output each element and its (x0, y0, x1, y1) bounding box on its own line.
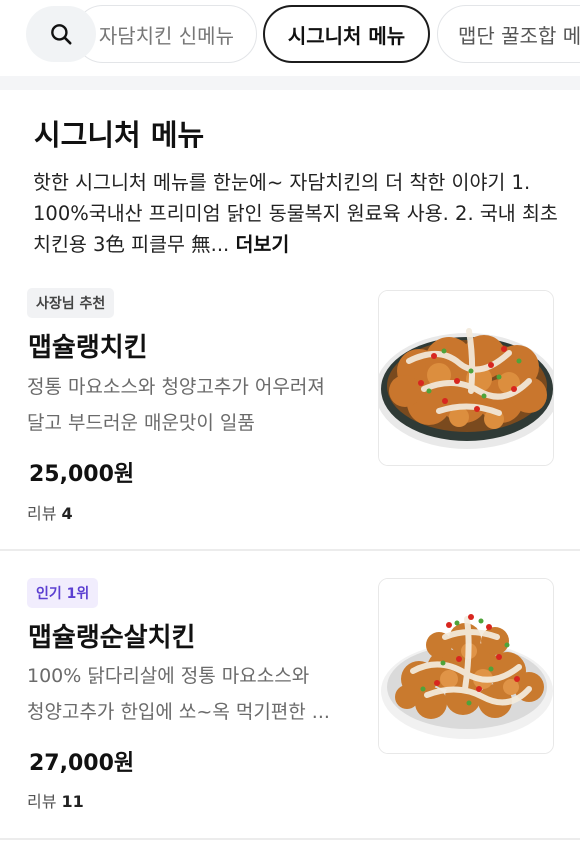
menu-item-price: 25,000원 (29, 462, 135, 487)
menu-item-review: 리뷰 4 (27, 500, 73, 524)
tab-label: 시그니처 메뉴 (287, 23, 406, 48)
section-description-text: 핫한 시그니처 메뉴를 한눈에~ 자담치킨의 더 착한 이야기 1. 100%국… (33, 171, 558, 256)
review-label: 리뷰 (27, 792, 57, 811)
section-title: 시그니처 메뉴 (34, 118, 205, 152)
review-count: 11 (61, 792, 84, 811)
menu-item-price: 27,000원 (29, 751, 135, 776)
tab-label: 자담치킨 신메뉴 (98, 23, 234, 48)
menu-item-image (378, 578, 554, 754)
review-label: 리뷰 (27, 504, 57, 523)
owner-recommend-badge: 사장님 추천 (27, 288, 115, 318)
menu-item-description: 100% 닭다리살에 정통 마요소스와 청양고추가 한입에 쏘~옥 먹기편한 .… (27, 658, 367, 730)
section-description: 핫한 시그니처 메뉴를 한눈에~ 자담치킨의 더 착한 이야기 1. 100%국… (33, 167, 558, 260)
menu-item-description-line: 청양고추가 한입에 쏘~옥 먹기편한 ... (27, 701, 330, 723)
tab-combo-menu[interactable]: 맵단 꿀조합 메 (437, 5, 580, 63)
menu-item-description-line: 100% 닭다리살에 정통 마요소스와 (27, 665, 310, 687)
menu-item-review: 리뷰 11 (27, 788, 84, 812)
more-link[interactable]: 더보기 (235, 233, 289, 256)
boneless-chicken-image (379, 579, 553, 753)
item-divider (0, 838, 580, 840)
review-count: 4 (61, 504, 73, 523)
category-tab-bar: 자담치킨 신메뉴 시그니처 메뉴 맵단 꿀조합 메 (0, 0, 580, 72)
section-divider (0, 76, 580, 90)
item-divider (0, 549, 580, 551)
menu-item-name: 맵슐랭치킨 (28, 333, 148, 363)
tab-new-menu[interactable]: 자담치킨 신메뉴 (74, 5, 257, 63)
menu-item-description-line: 정통 마요소스와 청양고추가 어우러져 (27, 376, 325, 398)
tab-signature-menu[interactable]: 시그니처 메뉴 (263, 5, 430, 63)
tab-label: 맵단 꿀조합 메 (458, 23, 580, 48)
menu-item-name: 맵슐랭순살치킨 (28, 623, 196, 653)
menu-item-description: 정통 마요소스와 청양고추가 어우러져 달고 부드러운 매운맛이 일품 (27, 369, 367, 441)
popular-rank-badge: 인기 1위 (27, 578, 99, 608)
search-icon (51, 24, 72, 45)
chicken-image (379, 291, 553, 465)
search-button[interactable] (26, 6, 96, 62)
menu-item-image (378, 290, 554, 466)
menu-item-description-line: 달고 부드러운 매운맛이 일품 (27, 412, 255, 434)
